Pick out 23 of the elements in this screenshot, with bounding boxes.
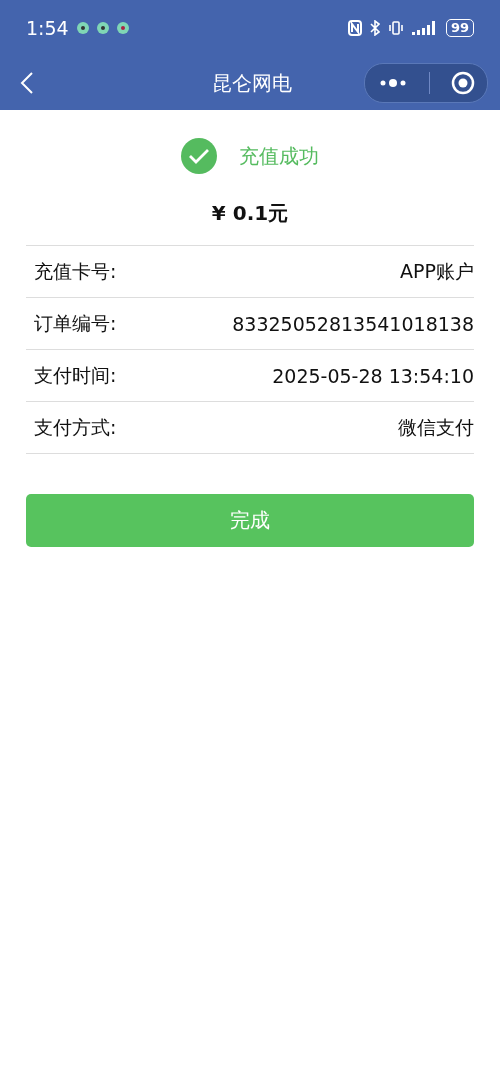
detail-value: 83325052813541018138 [232, 312, 474, 335]
nfc-icon [347, 20, 362, 36]
notification-icon [76, 22, 89, 34]
battery-level: 99 [445, 19, 474, 37]
status-message: 充值成功 [239, 142, 319, 170]
status-time: 1:54 [26, 17, 69, 39]
detail-value: 微信支付 [398, 414, 474, 440]
notification-icon [96, 22, 109, 34]
detail-label: 支付时间: [34, 362, 117, 388]
bluetooth-icon [369, 20, 380, 36]
page-title: 昆仑网电 [212, 69, 292, 97]
vibrate-icon [387, 20, 404, 36]
notification-icon [116, 22, 129, 34]
detail-label: 支付方式: [34, 414, 117, 440]
done-button[interactable]: 完成 [26, 494, 474, 547]
amount-text: ¥ 0.1元 [211, 201, 289, 225]
detail-value: APP账户 [400, 258, 474, 284]
detail-label: 充值卡号: [34, 258, 117, 284]
target-circle-icon [450, 71, 475, 95]
signal-icon [411, 21, 438, 35]
detail-value: 2025-05-28 13:54:10 [272, 364, 474, 387]
success-check-icon [181, 138, 217, 174]
detail-label: 订单编号: [34, 310, 117, 336]
